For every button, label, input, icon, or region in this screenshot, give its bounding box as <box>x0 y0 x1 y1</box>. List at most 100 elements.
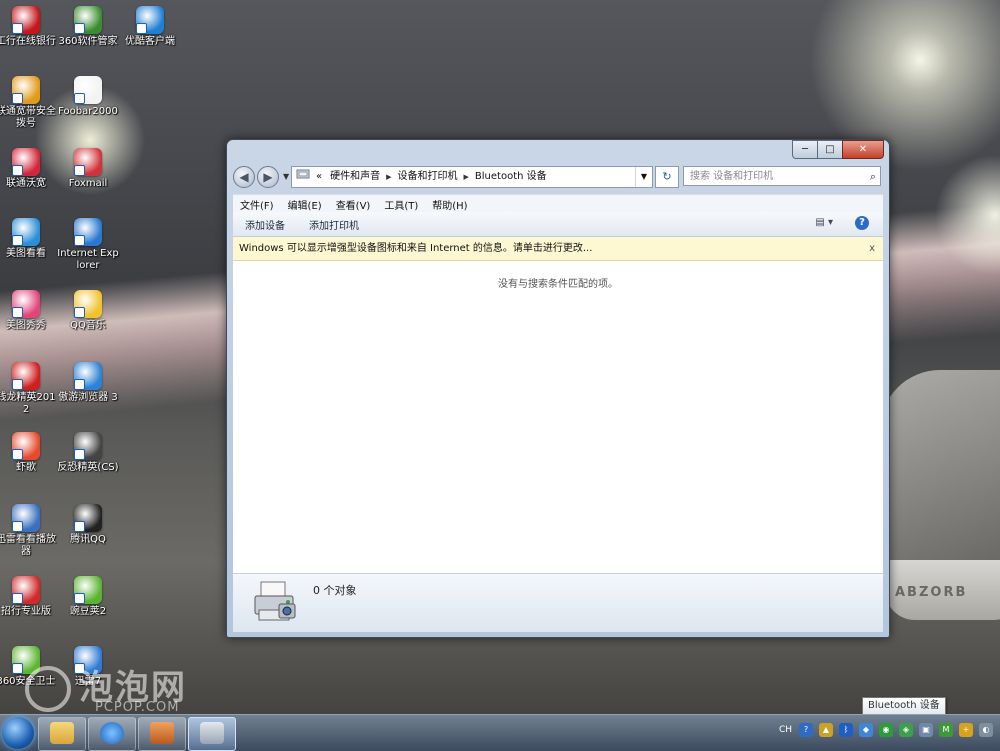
network-icon[interactable]: ◆ <box>859 723 873 737</box>
navigation-bar: ◀ ▶ ▼ « 硬件和声音 ▶ 设备和打印机 ▶ Bluetooth 设备 ▼ … <box>233 164 883 190</box>
menu-view[interactable]: 查看(V) <box>329 197 378 212</box>
change-view-icon[interactable]: ▤ ▾ <box>815 217 833 228</box>
empty-results-message: 没有与搜索条件匹配的项。 <box>498 279 618 290</box>
app-shortcut-icon <box>12 504 40 532</box>
desktop-icon[interactable]: 美图看看 <box>0 218 58 260</box>
device-list-pane[interactable]: 没有与搜索条件匹配的项。 <box>233 261 883 573</box>
desktop-icon[interactable]: 360软件管家 <box>56 6 120 48</box>
desktop-icon[interactable]: 优酷客户端 <box>118 6 182 48</box>
watermark: 泡泡网 PCPOP.COM <box>25 660 225 716</box>
info-bar-text[interactable]: Windows 可以显示增强型设备图标和来自 Internet 的信息。请单击进… <box>239 243 592 254</box>
desktop-icon[interactable]: 工行在线银行 <box>0 6 58 48</box>
app-shortcut-icon <box>74 76 102 104</box>
desktop-icon-label: 360软件管家 <box>58 36 118 47</box>
desktop-icon-label: 豌豆荚2 <box>69 606 107 617</box>
breadcrumb-bluetooth-devices[interactable]: Bluetooth 设备 <box>471 167 551 187</box>
breadcrumb-devices-printers[interactable]: 设备和打印机 <box>394 167 462 187</box>
desktop-icon-label: 傲游浏览器 3 <box>58 392 118 403</box>
address-root-chevron[interactable]: « <box>312 167 326 187</box>
desktop-icon-label: 反恐精英(CS) <box>57 462 119 473</box>
desktop-icon[interactable]: Foobar2000 <box>56 76 120 118</box>
taskbar-game-button[interactable] <box>138 717 186 751</box>
breadcrumb-hardware-sound[interactable]: 硬件和声音 <box>326 167 384 187</box>
desktop-icon-label: Foxmail <box>68 178 108 189</box>
start-button[interactable] <box>2 717 34 749</box>
shield-icon[interactable]: ◈ <box>899 723 913 737</box>
menu-help[interactable]: 帮助(H) <box>425 197 474 212</box>
explorer-window[interactable]: ─ □ ✕ ◀ ▶ ▼ « 硬件和声音 ▶ 设备和打印机 ▶ Bluetooth… <box>226 139 890 638</box>
desktop-icon[interactable]: 联通沃宽 <box>0 148 58 190</box>
help-icon[interactable]: ? <box>855 216 869 230</box>
app-shortcut-icon <box>12 218 40 246</box>
desktop-icon[interactable]: 招行专业版 <box>0 576 58 618</box>
desktop-icon-label: 迅雷看看播放器 <box>0 534 56 557</box>
system-tray: CH ? ▲ ᛒ ◆ ◉ ◈ ▣ M + ◐ <box>779 723 996 737</box>
desktop-icon[interactable]: 豌豆荚2 <box>56 576 120 618</box>
desktop-icon[interactable]: Foxmail <box>56 148 120 190</box>
desktop-icon[interactable]: 美图秀秀 <box>0 290 58 332</box>
bluetooth-icon[interactable]: ᛒ <box>839 723 853 737</box>
object-count: 0 个对象 <box>313 584 357 597</box>
maximize-button[interactable]: □ <box>817 140 843 159</box>
search-input[interactable]: 搜索 设备和打印机 ⌕ <box>683 166 881 186</box>
antivirus-icon[interactable]: M <box>939 723 953 737</box>
app-shortcut-icon <box>74 218 102 246</box>
add-printer-button[interactable]: 添加打印机 <box>297 217 371 232</box>
desktop-icon[interactable]: Internet Explorer <box>56 218 120 272</box>
app-shortcut-icon <box>74 148 102 176</box>
desktop-icon[interactable]: 腾讯QQ <box>56 504 120 546</box>
app-shortcut-icon <box>12 432 40 460</box>
command-bar: 添加设备 添加打印机 ▤ ▾ ? <box>233 212 883 237</box>
breadcrumb-separator-icon[interactable]: ▶ <box>462 167 471 187</box>
taskbar-devices-button[interactable] <box>188 717 236 751</box>
back-button[interactable]: ◀ <box>233 166 255 188</box>
desktop-icon[interactable]: QQ音乐 <box>56 290 120 332</box>
folder-icon <box>292 167 312 187</box>
recent-pages-dropdown-icon[interactable]: ▼ <box>283 172 289 181</box>
folder-icon <box>50 722 74 744</box>
refresh-button[interactable]: ↻ <box>655 166 679 188</box>
menu-tools[interactable]: 工具(T) <box>377 197 425 212</box>
app-shortcut-icon <box>12 6 40 34</box>
printer-icon <box>251 580 301 624</box>
desktop-icon[interactable]: 联通宽带安全拨号 <box>0 76 58 130</box>
volume-icon[interactable]: ◐ <box>979 723 993 737</box>
taskbar-explorer-button[interactable] <box>38 717 86 751</box>
app-shortcut-icon <box>74 576 102 604</box>
address-dropdown-icon[interactable]: ▼ <box>634 167 652 187</box>
forward-button[interactable]: ▶ <box>257 166 279 188</box>
desktop-icon[interactable]: 虾歌 <box>0 432 58 474</box>
desktop-icon[interactable]: 钱龙精英2012 <box>0 362 58 416</box>
desktop-icon[interactable]: 迅雷看看播放器 <box>0 504 58 558</box>
desktop-icon-label: 美图秀秀 <box>6 320 46 331</box>
language-indicator[interactable]: CH <box>779 725 792 735</box>
add-device-button[interactable]: 添加设备 <box>233 217 297 232</box>
help-icon[interactable]: ? <box>799 723 813 737</box>
window-controls: ─ □ ✕ <box>792 140 884 159</box>
breadcrumb-separator-icon[interactable]: ▶ <box>384 167 393 187</box>
tray-icons: ? ▲ ᛒ ◆ ◉ ◈ ▣ M + ◐ <box>796 723 996 737</box>
desktop-icon[interactable]: 反恐精英(CS) <box>56 432 120 474</box>
flag-icon[interactable]: ▲ <box>819 723 833 737</box>
background-shoe-text: ABZORB <box>895 585 968 600</box>
search-icon[interactable]: ⌕ <box>870 167 876 187</box>
menu-file[interactable]: 文件(F) <box>233 197 281 212</box>
info-bar-close-icon[interactable]: x <box>869 237 875 261</box>
minimize-button[interactable]: ─ <box>792 140 818 159</box>
menu-edit[interactable]: 编辑(E) <box>281 197 329 212</box>
app-shortcut-icon <box>74 432 102 460</box>
security-icon[interactable]: ◉ <box>879 723 893 737</box>
address-bar[interactable]: « 硬件和声音 ▶ 设备和打印机 ▶ Bluetooth 设备 ▼ <box>291 166 653 188</box>
desktop-icon-label: QQ音乐 <box>70 320 106 331</box>
taskbar-ie-button[interactable] <box>88 717 136 751</box>
devices-printers-icon <box>200 722 224 744</box>
game-icon <box>150 722 174 744</box>
monitor-icon[interactable]: ▣ <box>919 723 933 737</box>
app-shortcut-icon <box>74 362 102 390</box>
desktop-icon[interactable]: 傲游浏览器 3 <box>56 362 120 404</box>
app-shortcut-icon <box>12 362 40 390</box>
close-button[interactable]: ✕ <box>842 140 884 159</box>
plus-icon[interactable]: + <box>959 723 973 737</box>
watermark-logo-icon <box>25 666 71 712</box>
info-bar[interactable]: Windows 可以显示增强型设备图标和来自 Internet 的信息。请单击进… <box>233 237 883 261</box>
